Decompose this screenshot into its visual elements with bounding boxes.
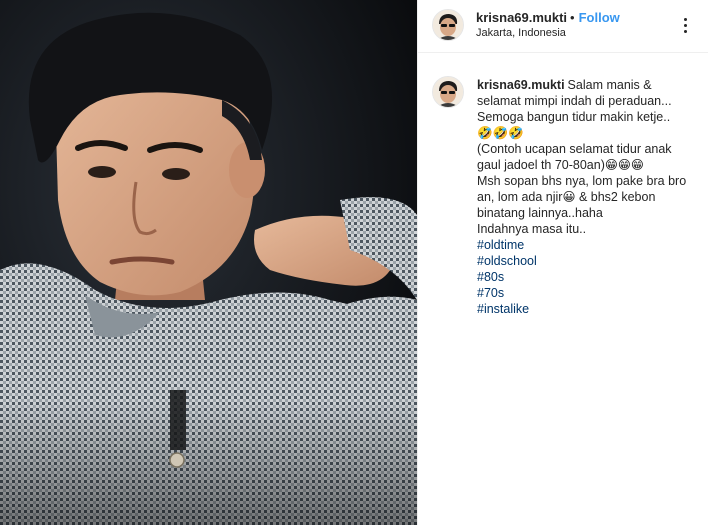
post-side-panel: krisna69.mukti • Follow Jakarta, Indonesia… [418, 0, 708, 525]
more-options-icon[interactable] [678, 17, 694, 33]
caption-line: krisna69.mukti Salam manis & [477, 77, 699, 93]
caption-line: binatang lainnya..haha [477, 206, 603, 220]
caption-line: Semoga bangun tidur makin ketje.. [477, 110, 671, 124]
avatar[interactable] [432, 9, 464, 41]
hashtag-link[interactable]: #instalike [477, 301, 699, 317]
post-author: krisna69.mukti • Follow [476, 10, 620, 25]
more-dot [684, 24, 687, 27]
hashtag-link[interactable]: #oldschool [477, 253, 699, 269]
caption-line: 🤣🤣🤣 [477, 126, 524, 140]
caption-line-text: Salam manis & [567, 78, 652, 92]
more-dot [684, 18, 687, 21]
caption-line: an, lom ada njir😀 & bhs2 kebon [477, 190, 656, 204]
separator-dot: • [570, 10, 575, 25]
avatar-image [433, 77, 463, 107]
more-dot [684, 30, 687, 33]
caption-line: Msh sopan bhs nya, lom pake bra bro [477, 174, 687, 188]
caption-username[interactable]: krisna69.mukti [477, 78, 565, 92]
location-link[interactable]: Jakarta, Indonesia [476, 27, 566, 39]
post-header: krisna69.mukti • Follow Jakarta, Indonesia [418, 0, 708, 53]
hashtag-link[interactable]: #oldtime [477, 237, 699, 253]
hashtag-link[interactable]: #80s [477, 269, 699, 285]
avatar-image [433, 10, 463, 40]
caption-line: Indahnya masa itu.. [477, 222, 587, 236]
post-photo[interactable] [0, 0, 417, 525]
username-link[interactable]: krisna69.mukti [476, 10, 567, 25]
hashtag-link[interactable]: #70s [477, 285, 699, 301]
caption-line: gaul jadoel th 70-80an)😁😁😁 [477, 158, 644, 172]
caption-text: krisna69.mukti Salam manis & selamat mimp… [477, 77, 699, 317]
follow-button[interactable]: Follow [579, 10, 620, 25]
caption-line: (Contoh ucapan selamat tidur anak [477, 142, 672, 156]
avatar[interactable] [432, 76, 464, 108]
post-photo-image [0, 0, 417, 525]
caption-line: selamat mimpi indah di peraduan... [477, 94, 672, 108]
